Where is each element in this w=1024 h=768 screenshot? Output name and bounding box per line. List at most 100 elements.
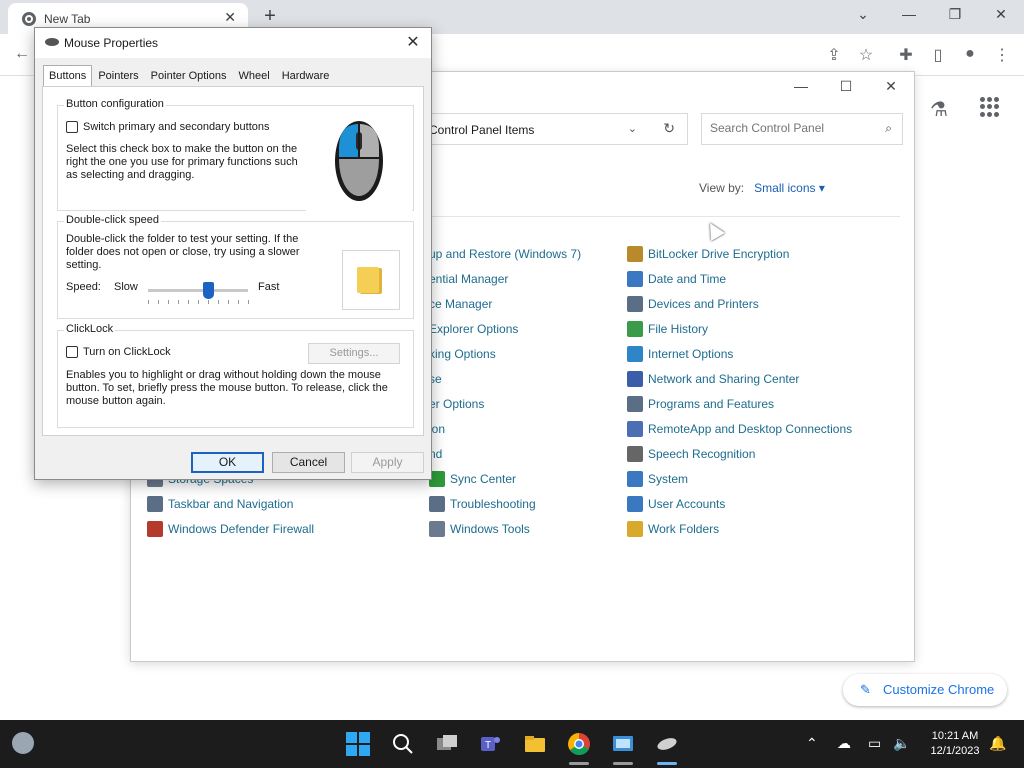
search-input[interactable] [710, 121, 870, 135]
tab-pointer-options[interactable]: Pointer Options [145, 65, 233, 86]
cp-item-label: Explorer Options [429, 322, 519, 336]
cp-item[interactable]: Sync Center [429, 470, 516, 488]
cp-item[interactable]: ce Manager [429, 295, 492, 313]
cp-item[interactable]: Taskbar and Navigation [147, 495, 293, 513]
cp-item[interactable]: king Options [429, 345, 496, 363]
show-hidden-icons-icon[interactable]: ⌃ [806, 735, 818, 752]
group-label: Button configuration [64, 98, 166, 110]
clock[interactable]: 10:21 AM 12/1/2023 [920, 729, 990, 759]
tab-pointers[interactable]: Pointers [92, 65, 144, 86]
cp-item[interactable]: System [627, 470, 688, 488]
task-view-icon[interactable] [435, 732, 459, 756]
ok-button[interactable]: OK [191, 452, 264, 473]
cp-search-box[interactable]: ⌕ [701, 113, 903, 145]
dialog-close-icon[interactable]: ✕ [403, 32, 423, 52]
view-by-dropdown[interactable]: Small icons ▾ [754, 181, 825, 195]
cp-maximize-icon[interactable]: ☐ [831, 78, 861, 95]
cp-item[interactable]: ential Manager [429, 270, 508, 288]
cp-item[interactable]: Windows Tools [429, 520, 530, 538]
widgets-icon[interactable] [12, 732, 34, 754]
speech-icon [627, 446, 643, 462]
group-clicklock: ClickLock Turn on ClickLock Settings... … [57, 323, 414, 428]
slider-tick [188, 300, 189, 304]
tab-hardware[interactable]: Hardware [276, 65, 336, 86]
switch-buttons-checkbox[interactable] [66, 121, 78, 133]
extensions-icon[interactable]: ✚ [896, 45, 916, 65]
search-icon[interactable]: ⌕ [885, 121, 892, 136]
slider-tick [208, 300, 209, 304]
cp-item[interactable]: er Options [429, 395, 484, 413]
chrome-menu-icon[interactable]: ⋮ [992, 45, 1012, 65]
close-tab-icon[interactable]: ✕ [224, 9, 236, 26]
cp-item[interactable]: Network and Sharing Center [627, 370, 799, 388]
cp-item[interactable]: Windows Defender Firewall [147, 520, 314, 538]
file-explorer-icon[interactable] [523, 732, 547, 756]
notifications-bell-icon[interactable]: 🔔 [989, 735, 1006, 752]
chrome-taskbar-icon[interactable] [567, 732, 591, 756]
cp-item-label: BitLocker Drive Encryption [648, 247, 790, 261]
search-taskbar-icon[interactable] [391, 732, 415, 756]
cp-item[interactable]: File History [627, 320, 708, 338]
cp-item[interactable]: Speech Recognition [627, 445, 755, 463]
troubleshooting-icon [429, 496, 445, 512]
test-folder-icon[interactable] [342, 250, 400, 310]
cp-item[interactable]: RemoteApp and Desktop Connections [627, 420, 852, 438]
cp-address-bar[interactable]: Control Panel Items ⌄ ↻ [416, 113, 688, 145]
cp-item-label: User Accounts [648, 497, 726, 511]
clicklock-settings-button[interactable]: Settings... [308, 343, 400, 364]
cp-item[interactable]: Troubleshooting [429, 495, 536, 513]
volume-muted-icon[interactable]: 🔈 [893, 735, 910, 752]
cp-item-label: Network and Sharing Center [648, 372, 800, 386]
refresh-icon[interactable]: ↻ [663, 120, 675, 137]
tab-search-icon[interactable]: ⌄ [853, 6, 873, 23]
cp-item[interactable]: Date and Time [627, 270, 726, 288]
cp-item[interactable]: User Accounts [627, 495, 725, 513]
onedrive-icon[interactable]: ☁ [837, 735, 851, 752]
clicklock-checkbox[interactable] [66, 346, 78, 358]
cp-item[interactable]: Explorer Options [429, 320, 518, 338]
profile-icon[interactable]: ● [960, 45, 980, 63]
address-text: Control Panel Items [429, 123, 535, 137]
side-panel-icon[interactable]: ▯ [928, 45, 948, 65]
slider-tick [168, 300, 169, 304]
new-tab-button[interactable]: + [260, 5, 280, 27]
work-folders-icon [627, 521, 643, 537]
speed-slider-thumb[interactable] [203, 282, 214, 299]
network-icon[interactable]: ▭ [868, 735, 881, 752]
restore-icon[interactable]: ❐ [945, 6, 965, 23]
control-panel-taskbar-icon[interactable] [611, 732, 635, 756]
bookmark-star-icon[interactable]: ☆ [856, 45, 876, 65]
minimize-icon[interactable]: — [899, 6, 919, 22]
teams-icon[interactable]: T [478, 732, 502, 756]
back-icon[interactable]: ← [12, 45, 32, 63]
switch-buttons-label: Switch primary and secondary buttons [83, 121, 270, 133]
chevron-down-icon[interactable]: ⌄ [628, 122, 637, 135]
cp-minimize-icon[interactable]: — [786, 78, 816, 94]
tab-wheel[interactable]: Wheel [233, 65, 276, 86]
cp-item[interactable]: Programs and Features [627, 395, 774, 413]
apply-button[interactable]: Apply [351, 452, 424, 473]
labs-flask-icon[interactable]: ⚗ [930, 97, 948, 122]
cp-item[interactable]: BitLocker Drive Encryption [627, 245, 789, 263]
cancel-button[interactable]: Cancel [272, 452, 345, 473]
mouse-properties-taskbar-icon[interactable] [655, 732, 679, 756]
slider-tick [198, 300, 199, 304]
google-apps-icon[interactable] [980, 97, 1000, 117]
start-windows-icon[interactable] [346, 732, 370, 756]
customize-chrome-button[interactable]: ✎ Customize Chrome [843, 674, 1007, 706]
bitlocker-icon [627, 246, 643, 262]
pencil-icon: ✎ [860, 682, 871, 697]
cp-item[interactable]: Work Folders [627, 520, 719, 538]
cp-close-icon[interactable]: ✕ [876, 78, 906, 95]
close-window-icon[interactable]: ✕ [991, 6, 1011, 23]
double-click-description: Double-click the folder to test your set… [66, 233, 300, 271]
share-icon[interactable]: ⇪ [824, 45, 844, 65]
cp-item[interactable]: up and Restore (Windows 7) [429, 245, 581, 263]
cp-item[interactable]: Devices and Printers [627, 295, 759, 313]
file-history-icon [627, 321, 643, 337]
tab-page-buttons: Button configuration Switch primary and … [42, 86, 424, 436]
tab-buttons[interactable]: Buttons [43, 65, 93, 87]
user-accounts-icon [627, 496, 643, 512]
speed-slider-track[interactable] [148, 289, 248, 292]
cp-item[interactable]: Internet Options [627, 345, 733, 363]
